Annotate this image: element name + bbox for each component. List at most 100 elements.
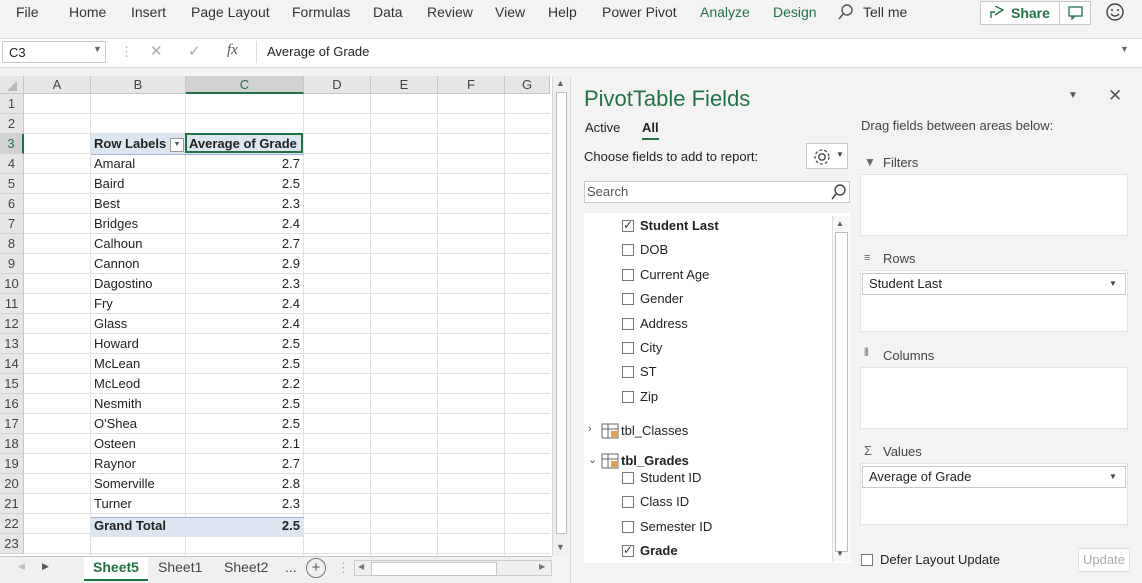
col-header-g[interactable]: G	[505, 76, 550, 94]
grand-total-value[interactable]: 2.5	[186, 516, 300, 536]
tab-view[interactable]: View	[495, 4, 525, 20]
scroll-up-icon[interactable]: ▲	[556, 78, 565, 88]
pivot-row-value[interactable]: 2.1	[186, 434, 300, 454]
pivot-row-label[interactable]: Fry	[94, 294, 113, 314]
sheet-tab-sheet1[interactable]: Sheet1	[158, 557, 206, 579]
more-sheets[interactable]: ...	[285, 559, 297, 575]
row-header[interactable]: 2	[0, 114, 24, 134]
pivot-row-label[interactable]: Baird	[94, 174, 124, 194]
field-label[interactable]: ST	[640, 364, 657, 379]
row-header[interactable]: 1	[0, 94, 24, 114]
tab-review[interactable]: Review	[427, 4, 473, 20]
row-header[interactable]: 9	[0, 254, 24, 274]
field-checkbox[interactable]	[622, 366, 634, 379]
row-header[interactable]: 12	[0, 314, 24, 334]
pivot-row-label[interactable]: Amaral	[94, 154, 135, 174]
pivot-row-value[interactable]: 2.7	[186, 154, 300, 174]
smiley-feedback-icon[interactable]	[1105, 2, 1125, 25]
scroll-down-icon[interactable]: ▼	[836, 549, 844, 558]
select-all-corner[interactable]	[0, 76, 24, 94]
add-sheet-icon[interactable]: +	[306, 558, 326, 578]
col-header-e[interactable]: E	[371, 76, 438, 94]
row-header[interactable]: 7	[0, 214, 24, 234]
field-label[interactable]: Address	[640, 316, 688, 331]
tools-button[interactable]: ▼	[806, 143, 848, 169]
comments-button[interactable]	[1059, 1, 1091, 25]
row-header[interactable]: 23	[0, 534, 24, 554]
col-header-a[interactable]: A	[24, 76, 91, 94]
pivot-row-value[interactable]: 2.8	[186, 474, 300, 494]
pivot-row-value[interactable]: 2.9	[186, 254, 300, 274]
field-list-scrollbar[interactable]: ▲ ▼	[832, 216, 849, 562]
pivot-row-value[interactable]: 2.7	[186, 234, 300, 254]
row-header[interactable]: 10	[0, 274, 24, 294]
expand-icon[interactable]: ›	[588, 423, 592, 435]
tab-file[interactable]: File	[16, 4, 39, 20]
close-icon[interactable]: ✕	[1108, 86, 1122, 106]
tab-all[interactable]: All	[642, 120, 659, 140]
pivot-row-value[interactable]: 2.5	[186, 394, 300, 414]
row-header[interactable]: 19	[0, 454, 24, 474]
prev-sheet-icon[interactable]: ◀	[18, 561, 25, 572]
field-search-input[interactable]: Search	[584, 181, 850, 203]
pivot-row-label[interactable]: Somerville	[94, 474, 155, 494]
col-header-d[interactable]: D	[304, 76, 371, 94]
tab-page-layout[interactable]: Page Layout	[191, 4, 270, 20]
field-label[interactable]: Student ID	[640, 470, 701, 485]
scroll-right-icon[interactable]: ▶	[539, 562, 545, 571]
rows-field-student-last[interactable]: Student Last ▼	[862, 273, 1126, 295]
pivot-row-label[interactable]: O'Shea	[94, 414, 137, 434]
row-header[interactable]: 15	[0, 374, 24, 394]
field-label[interactable]: Current Age	[640, 267, 709, 282]
field-checkbox[interactable]	[622, 390, 634, 403]
pivot-row-value[interactable]: 2.4	[186, 314, 300, 334]
row-header[interactable]: 18	[0, 434, 24, 454]
field-label[interactable]: Class ID	[640, 494, 689, 509]
pivot-row-value[interactable]: 2.3	[186, 494, 300, 514]
enter-icon[interactable]: ✓	[188, 42, 201, 60]
table-classes-label[interactable]: tbl_Classes	[621, 423, 688, 438]
pane-options-icon[interactable]: ▼	[1068, 90, 1078, 101]
pivot-row-value[interactable]: 2.4	[186, 294, 300, 314]
row-header[interactable]: 22	[0, 514, 24, 534]
field-checkbox[interactable]	[622, 472, 634, 484]
horizontal-scroll-thumb[interactable]	[371, 562, 497, 576]
worksheet-grid[interactable]: A B C D E F G 1 2 3 4 5 6 7 8 9 10 11 12 13 14 15 16 17 1…	[0, 76, 569, 556]
grand-total-label[interactable]: Grand Total	[94, 516, 166, 536]
field-label[interactable]: Zip	[640, 389, 658, 404]
name-box[interactable]: C3 ▼	[2, 41, 106, 63]
insert-function-icon[interactable]: fx	[227, 42, 238, 59]
scroll-left-icon[interactable]: ◀	[358, 562, 364, 571]
field-checkbox[interactable]	[622, 543, 634, 558]
scroll-down-icon[interactable]: ▼	[556, 542, 565, 552]
pivot-row-label[interactable]: Bridges	[94, 214, 138, 234]
row-header[interactable]: 4	[0, 154, 24, 174]
update-button[interactable]: Update	[1078, 548, 1130, 572]
pivot-row-label[interactable]: Best	[94, 194, 120, 214]
sheet-tab-sheet5[interactable]: Sheet5	[84, 557, 148, 581]
pivot-row-value[interactable]: 2.3	[186, 274, 300, 294]
row-header[interactable]: 16	[0, 394, 24, 414]
pivot-row-label[interactable]: Turner	[94, 494, 132, 514]
table-grades-label[interactable]: tbl_Grades	[621, 453, 689, 468]
row-header[interactable]: 21	[0, 494, 24, 514]
expand-formula-icon[interactable]: ▼	[1120, 44, 1129, 54]
defer-layout-checkbox[interactable]	[861, 554, 873, 566]
pivot-row-label[interactable]: Howard	[94, 334, 139, 354]
col-header-f[interactable]: F	[438, 76, 505, 94]
tab-power-pivot[interactable]: Power Pivot	[602, 4, 677, 20]
field-checkbox[interactable]	[622, 293, 634, 306]
field-list[interactable]	[584, 213, 850, 563]
pivot-row-label[interactable]: McLean	[94, 354, 140, 374]
col-header-b[interactable]: B	[91, 76, 186, 94]
pivot-row-value[interactable]: 2.5	[186, 174, 300, 194]
field-label[interactable]: Semester ID	[640, 519, 712, 534]
tab-analyze[interactable]: Analyze	[700, 4, 750, 20]
chevron-down-icon[interactable]: ▼	[1109, 467, 1117, 487]
pivot-row-label[interactable]: Dagostino	[94, 274, 153, 294]
cancel-icon[interactable]: ✕	[150, 42, 163, 60]
pivot-row-value[interactable]: 2.4	[186, 214, 300, 234]
sheet-tab-sheet2[interactable]: Sheet2	[224, 557, 272, 579]
row-header[interactable]: 14	[0, 354, 24, 374]
pivot-row-label[interactable]: Cannon	[94, 254, 140, 274]
